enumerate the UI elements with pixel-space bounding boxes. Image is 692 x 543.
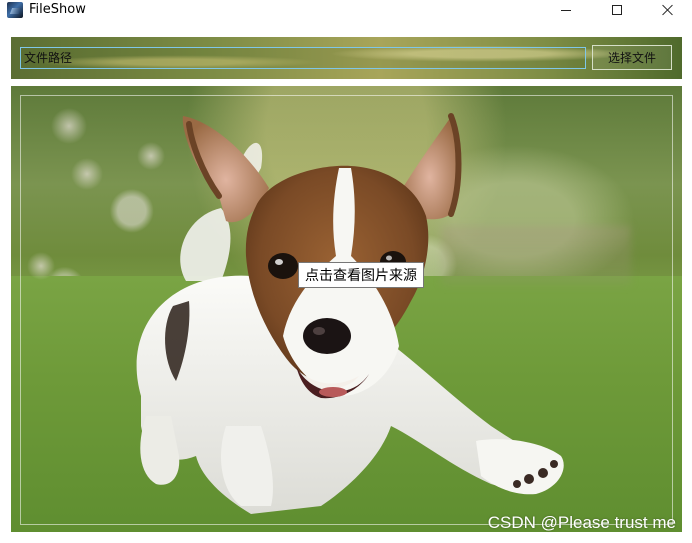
csdn-watermark: CSDN @Please trust me — [487, 513, 676, 532]
file-path-input[interactable] — [20, 47, 586, 69]
image-display-panel — [11, 86, 682, 532]
maximize-icon — [612, 5, 622, 15]
app-icon — [7, 2, 23, 18]
select-file-button[interactable]: 选择文件 — [592, 45, 672, 70]
title-bar: FileShow — [0, 0, 692, 22]
close-icon — [662, 4, 674, 16]
photo-frame — [20, 95, 673, 525]
maximize-button[interactable] — [594, 0, 640, 20]
window-title: FileShow — [29, 2, 86, 17]
puppy-photo — [21, 96, 615, 514]
close-button[interactable] — [645, 0, 691, 20]
minimize-button[interactable] — [543, 0, 589, 20]
minimize-icon — [561, 9, 571, 11]
puppy-image — [27, 108, 564, 514]
image-source-link[interactable]: 点击查看图片来源 — [298, 262, 424, 288]
